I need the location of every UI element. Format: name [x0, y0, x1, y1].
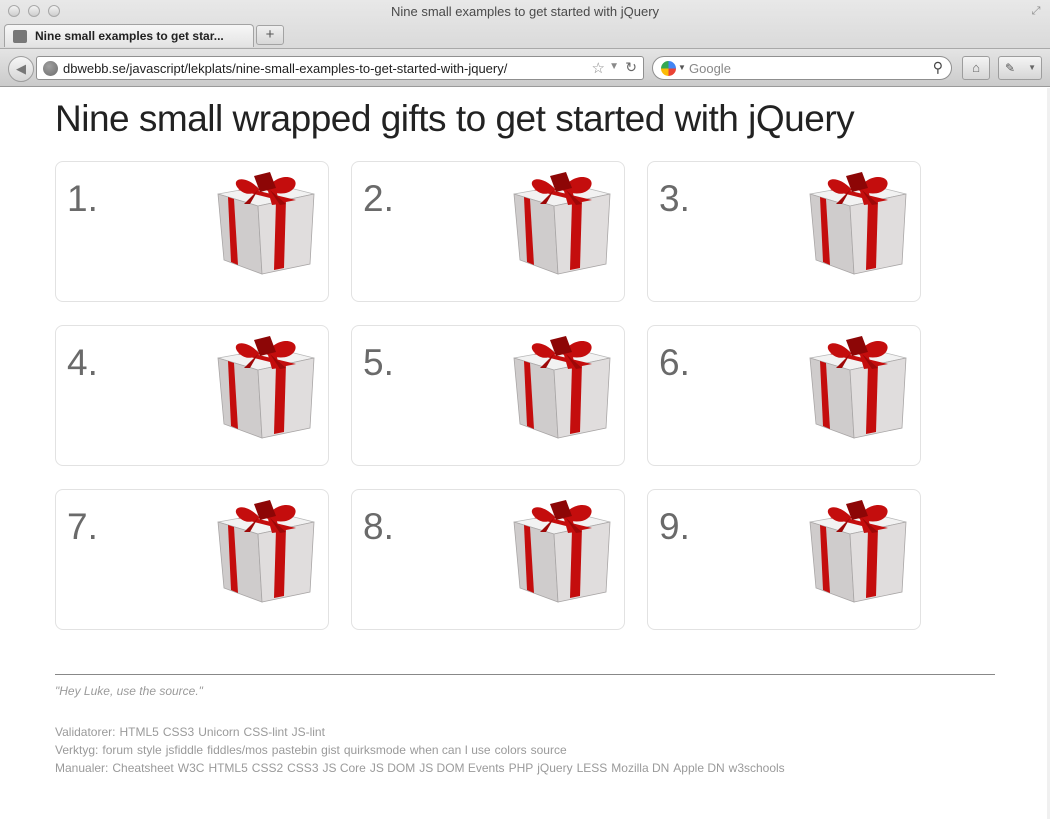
validators-links: HTML5 CSS3 Unicorn CSS-lint JS-lint [119, 725, 328, 739]
card-number: 4. [67, 342, 98, 383]
footer-link[interactable]: LESS [577, 761, 608, 775]
footer-link[interactable]: CSS2 [252, 761, 283, 775]
home-icon: ⌂ [972, 60, 980, 75]
gift-card-5[interactable]: 5. [351, 325, 625, 466]
bookmark-star-icon[interactable]: ☆ [592, 59, 605, 77]
window-title: Nine small examples to get started with … [390, 4, 660, 19]
card-number: 2. [363, 178, 394, 219]
gift-card-6[interactable]: 6. [647, 325, 921, 466]
address-bar[interactable]: dbwebb.se/javascript/lekplats/nine-small… [36, 56, 644, 80]
footer-link[interactable]: JS DOM Events [419, 761, 504, 775]
url-text[interactable]: dbwebb.se/javascript/lekplats/nine-small… [63, 61, 507, 76]
footer-link[interactable]: quirksmode [344, 743, 406, 757]
footer-link[interactable]: JS Core [323, 761, 366, 775]
footer-link[interactable]: W3C [178, 761, 205, 775]
new-tab-button[interactable]: + [256, 25, 284, 45]
tools-button[interactable]: ✎ ▼ [998, 56, 1042, 80]
gift-card-4[interactable]: 4. [55, 325, 329, 466]
search-input[interactable]: Google [689, 61, 731, 76]
manuals-label: Manualer: [55, 761, 109, 775]
card-number: 9. [659, 506, 690, 547]
footer-link[interactable]: JS DOM [370, 761, 415, 775]
footer-link[interactable]: source [531, 743, 567, 757]
tools-line: Verktyg: forum style jsfiddle fiddles/mos pas… [55, 743, 575, 757]
page-title: Nine small wrapped gifts to get started … [55, 98, 855, 139]
footer-link[interactable]: w3schools [729, 761, 785, 775]
footer-link[interactable]: fiddles/mos [207, 743, 268, 757]
gift-card-8[interactable]: 8. [351, 489, 625, 630]
card-number: 6. [659, 342, 690, 383]
footer-link[interactable]: Unicorn [198, 725, 239, 739]
back-arrow-icon: ◀ [16, 61, 26, 76]
gift-card-9[interactable]: 9. [647, 489, 921, 630]
tools-dropdown-icon: ▼ [1028, 63, 1036, 72]
page-content: Nine small wrapped gifts to get started … [0, 88, 1050, 819]
gift-card-2[interactable]: 2. [351, 161, 625, 302]
footer-link[interactable]: jQuery [537, 761, 572, 775]
tools-label: Verktyg: [55, 743, 99, 757]
google-icon[interactable] [661, 61, 676, 76]
magnifier-icon[interactable]: ⚲ [933, 59, 943, 76]
gift-box-icon[interactable] [214, 170, 318, 278]
footer-link[interactable]: when can I use [410, 743, 491, 757]
gift-card-3[interactable]: 3. [647, 161, 921, 302]
gift-box-icon[interactable] [510, 498, 614, 606]
footer-link[interactable]: CSS-lint [244, 725, 288, 739]
tab-label: Nine small examples to get star... [35, 29, 224, 43]
gift-card-7[interactable]: 7. [55, 489, 329, 630]
back-button[interactable]: ◀ [8, 56, 34, 82]
footer-link[interactable]: pastebin [272, 743, 317, 757]
favicon-icon [13, 30, 27, 43]
footer-link[interactable]: CSS3 [287, 761, 318, 775]
card-number: 8. [363, 506, 394, 547]
manuals-line: Manualer: Cheatsheet W3C HTML5 CSS2 CSS3 JS Co… [55, 761, 793, 775]
footer-link[interactable]: HTML5 [119, 725, 158, 739]
gift-box-icon[interactable] [214, 334, 318, 442]
gift-card-1[interactable]: 1. [55, 161, 329, 302]
browser-tab-active[interactable]: Nine small examples to get star... [4, 24, 254, 47]
gift-box-icon[interactable] [806, 170, 910, 278]
browser-chrome: Nine small examples to get started with … [0, 0, 1050, 87]
tools-links: forum style jsfiddle fiddles/mos pastebin gis… [102, 743, 570, 757]
reload-icon[interactable]: ↻ [625, 59, 637, 76]
card-number: 1. [67, 178, 98, 219]
search-bar[interactable]: ▼ Google ⚲ [652, 56, 952, 80]
title-bar: Nine small examples to get started with … [0, 0, 1050, 22]
footer-link[interactable]: PHP [509, 761, 534, 775]
home-button[interactable]: ⌂ [962, 56, 990, 80]
footer-link[interactable]: Cheatsheet [112, 761, 173, 775]
footer-link[interactable]: JS-lint [292, 725, 325, 739]
footer-link[interactable]: colors [495, 743, 527, 757]
gift-box-icon[interactable] [806, 334, 910, 442]
footer-divider [55, 674, 995, 675]
footer-link[interactable]: forum [102, 743, 133, 757]
footer-link[interactable]: CSS3 [163, 725, 194, 739]
manuals-links: Cheatsheet W3C HTML5 CSS2 CSS3 JS Core JS DOM J… [112, 761, 788, 775]
footer-link[interactable]: Mozilla DN [611, 761, 669, 775]
footer-link[interactable]: gist [321, 743, 340, 757]
eyedropper-icon: ✎ [1005, 61, 1016, 75]
globe-icon [43, 61, 58, 76]
footer-quote: "Hey Luke, use the source." [55, 684, 203, 698]
engine-dropdown-icon[interactable]: ▼ [678, 63, 686, 72]
navigation-toolbar: ◀ dbwebb.se/javascript/lekplats/nine-sma… [0, 48, 1050, 86]
history-dropdown-icon[interactable]: ▼ [609, 61, 619, 72]
card-number: 3. [659, 178, 690, 219]
gift-box-icon[interactable] [510, 334, 614, 442]
gift-box-icon[interactable] [806, 498, 910, 606]
card-number: 7. [67, 506, 98, 547]
gift-box-icon[interactable] [510, 170, 614, 278]
validators-line: Validatorer: HTML5 CSS3 Unicorn CSS-lint JS-l… [55, 725, 333, 739]
footer-link[interactable]: HTML5 [208, 761, 247, 775]
footer-link[interactable]: style [137, 743, 162, 757]
gift-box-icon[interactable] [214, 498, 318, 606]
footer-link[interactable]: jsfiddle [166, 743, 203, 757]
card-number: 5. [363, 342, 394, 383]
footer-link[interactable]: Apple DN [673, 761, 724, 775]
fullscreen-icon[interactable]: ⤢ [1030, 5, 1042, 17]
validators-label: Validatorer: [55, 725, 116, 739]
